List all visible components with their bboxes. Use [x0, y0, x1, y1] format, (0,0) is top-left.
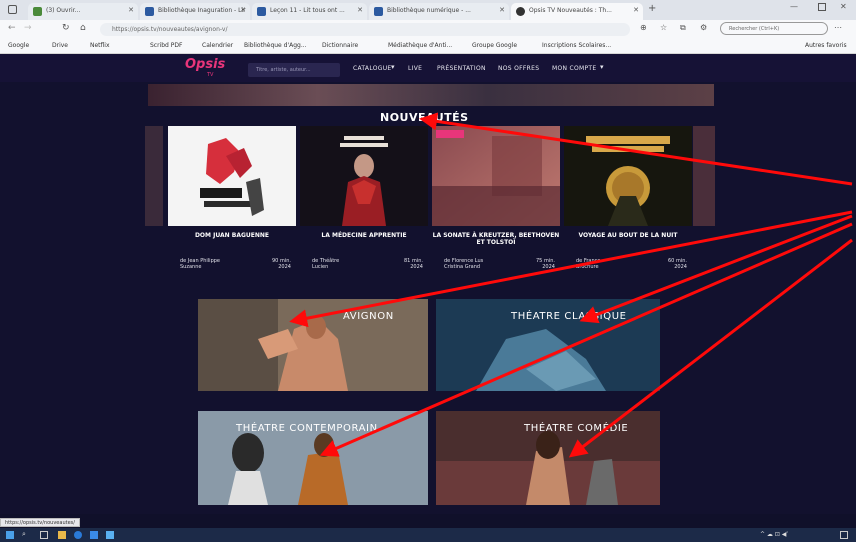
tab-favicon-icon — [374, 7, 383, 16]
taskbar: ⌕ ^ ☁ ⊡ ◀ʾ — [0, 528, 856, 542]
favorite-star-icon[interactable]: ☆ — [660, 23, 667, 32]
browser-tab[interactable]: Bibliothèque numérique - ... ✕ — [369, 3, 509, 20]
tab-favicon-icon — [516, 7, 525, 16]
browser-search-input[interactable]: Rechercher (Ctrl+K) — [720, 22, 828, 35]
forward-icon[interactable]: → — [24, 23, 32, 33]
file-explorer-icon[interactable] — [58, 531, 66, 539]
store-icon[interactable] — [90, 531, 98, 539]
tab-label: (3) Ouvrir... — [46, 7, 81, 14]
browser-tab[interactable]: (3) Ouvrir... ✕ — [28, 3, 138, 20]
bookmark-item[interactable]: Groupe Google — [472, 42, 517, 49]
annotation-arrow — [579, 214, 853, 324]
bookmark-item[interactable]: Médiathèque d'Anti... — [388, 42, 452, 49]
other-bookmarks[interactable]: Autres favoris — [805, 42, 847, 49]
url-text: https://opsis.tv/nouveautes/avignon-v/ — [112, 26, 228, 33]
bookmark-item[interactable]: Netflix — [90, 42, 110, 49]
tab-favicon-icon — [145, 7, 154, 16]
close-tab-icon[interactable]: ✕ — [240, 6, 246, 14]
bookmark-item[interactable]: Google — [8, 42, 29, 49]
annotation-arrows — [289, 112, 853, 458]
annotation-arrow — [419, 112, 853, 186]
bookmark-item[interactable]: Inscriptions Scolaires... — [542, 42, 611, 49]
browser-tab[interactable]: Leçon 11 - Lit tous ont ... ✕ — [252, 3, 367, 20]
browser-tab-active[interactable]: Opsis TV Nouveautés : Th... ✕ — [511, 3, 643, 20]
tab-label: Bibliothèque Inaguration - Lir — [158, 7, 246, 14]
system-tray[interactable]: ^ ☁ ⊡ ◀ʾ — [760, 531, 788, 538]
bookmark-item[interactable]: Drive — [52, 42, 68, 49]
taskbar-search-icon[interactable]: ⌕ — [22, 530, 26, 539]
annotation-arrow — [568, 238, 853, 458]
home-icon[interactable]: ⌂ — [80, 23, 86, 33]
browser-toolbar: ← → ↻ ⌂ https://opsis.tv/nouveautes/avig… — [0, 20, 856, 38]
bookmark-item[interactable]: Calendrier — [202, 42, 233, 49]
bookmark-item[interactable]: Bibliothèque d'Agg... — [244, 42, 307, 49]
close-tab-icon[interactable]: ✕ — [128, 6, 134, 14]
status-url: https://opsis.tv/nouveautes/ — [0, 518, 80, 527]
bookmark-item[interactable]: Scribd PDF — [150, 42, 182, 49]
start-icon[interactable] — [6, 531, 14, 539]
reader-icon[interactable]: ⊕ — [640, 23, 647, 32]
bookmarks-bar: Google Drive Netflix Scribd PDF Calendri… — [0, 38, 856, 54]
tab-favicon-icon — [33, 7, 42, 16]
task-view-icon[interactable] — [40, 531, 48, 539]
bookmark-item[interactable]: Dictionnaire — [322, 42, 358, 49]
minimize-icon[interactable]: — — [790, 2, 798, 11]
new-tab-icon[interactable]: + — [648, 3, 656, 14]
opsis-page: Opsis TV Titre, artiste, auteur... CATAL… — [0, 54, 856, 514]
maximize-icon[interactable] — [818, 3, 826, 11]
close-tab-icon[interactable]: ✕ — [499, 6, 505, 14]
mail-icon[interactable] — [106, 531, 114, 539]
collections-icon[interactable]: ⧉ — [680, 23, 686, 33]
tab-label: Opsis TV Nouveautés : Th... — [529, 7, 612, 14]
close-tab-icon[interactable]: ✕ — [633, 6, 639, 14]
browser-tab[interactable]: Bibliothèque Inaguration - Lir ✕ — [140, 3, 250, 20]
extensions-icon[interactable]: ⚙ — [700, 23, 707, 32]
browser-search-placeholder: Rechercher (Ctrl+K) — [729, 26, 780, 32]
tab-favicon-icon — [257, 7, 266, 16]
more-menu-icon[interactable]: ⋯ — [834, 23, 842, 32]
annotation-arrow — [319, 222, 853, 457]
edge-icon[interactable] — [74, 531, 82, 539]
browser-tab-bar: (3) Ouvrir... ✕ Bibliothèque Inaguration … — [0, 0, 856, 20]
close-tab-icon[interactable]: ✕ — [357, 6, 363, 14]
window-menu-icon[interactable] — [8, 5, 17, 14]
close-window-icon[interactable]: ✕ — [840, 2, 847, 11]
notifications-icon[interactable] — [840, 531, 848, 539]
address-input[interactable]: https://opsis.tv/nouveautes/avignon-v/ — [100, 23, 630, 36]
tab-label: Leçon 11 - Lit tous ont ... — [270, 7, 345, 14]
reload-icon[interactable]: ↻ — [62, 23, 70, 33]
tab-label: Bibliothèque numérique - ... — [387, 7, 471, 14]
back-icon[interactable]: ← — [8, 23, 16, 33]
